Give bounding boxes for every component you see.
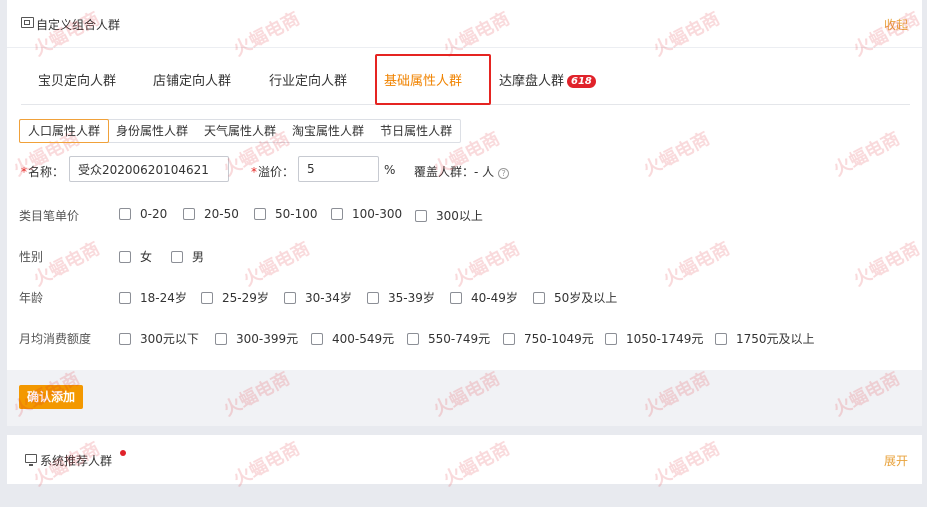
gender-group-label: 性别 — [19, 250, 44, 264]
spend-option[interactable]: 1750元及以上 — [715, 330, 815, 347]
subtab-taobao[interactable]: 淘宝属性人群 — [284, 120, 372, 142]
checkbox[interactable] — [367, 291, 379, 304]
price-option[interactable]: 100-300 — [331, 207, 402, 221]
age-option[interactable]: 18-24岁 — [119, 289, 187, 306]
checkbox[interactable] — [215, 332, 227, 345]
custom-audience-panel: 自定义组合人群 收起 宝贝定向人群 店铺定向人群 行业定向人群 基础属性人群 达… — [7, 0, 922, 426]
age-option[interactable]: 40-49岁 — [450, 289, 518, 306]
subtab-identity[interactable]: 身份属性人群 — [108, 120, 196, 142]
spend-option[interactable]: 750-1049元 — [503, 330, 594, 347]
checkbox[interactable] — [171, 250, 183, 263]
cover-audience: 覆盖人群：- 人? — [414, 163, 510, 180]
panel-title: 自定义组合人群 — [36, 18, 121, 32]
action-bar: 确认添加 — [7, 370, 922, 426]
age-option[interactable]: 50岁及以上 — [533, 289, 617, 306]
checkbox[interactable] — [407, 332, 419, 345]
active-tab-highlight-box — [375, 54, 491, 105]
collapse-link[interactable]: 收起 — [884, 16, 908, 33]
notification-dot — [120, 450, 126, 456]
tab-shop-audience[interactable]: 店铺定向人群 — [153, 56, 231, 105]
checkbox[interactable] — [201, 291, 213, 304]
spend-group-label: 月均消费额度 — [19, 332, 92, 346]
checkbox[interactable] — [119, 250, 131, 263]
checkbox[interactable] — [503, 332, 515, 345]
checkbox[interactable] — [415, 209, 427, 222]
checkbox[interactable] — [119, 208, 131, 220]
subtab-demographic[interactable]: 人口属性人群 — [19, 119, 110, 143]
spend-option[interactable]: 1050-1749元 — [605, 330, 703, 347]
subtab-holiday[interactable]: 节日属性人群 — [372, 120, 460, 142]
checkbox[interactable] — [119, 291, 131, 304]
spend-option[interactable]: 400-549元 — [311, 330, 394, 347]
age-group-label: 年龄 — [19, 291, 44, 305]
name-input[interactable] — [69, 156, 229, 182]
premium-label: *溢价： — [251, 165, 295, 179]
price-option[interactable]: 300以上 — [415, 207, 483, 224]
spend-option[interactable]: 300元以下 — [119, 330, 199, 347]
tab-damopan-audience[interactable]: 达摩盘人群 618 — [499, 56, 596, 105]
age-option[interactable]: 30-34岁 — [284, 289, 352, 306]
expand-link[interactable]: 展开 — [884, 452, 908, 469]
checkbox[interactable] — [254, 208, 266, 220]
price-group-label: 类目笔单价 — [19, 209, 80, 223]
recommended-panel-title: 系统推荐人群 — [40, 454, 113, 468]
confirm-add-button[interactable]: 确认添加 — [19, 385, 84, 409]
attribute-subtabs: 人口属性人群 身份属性人群 天气属性人群 淘宝属性人群 节日属性人群 — [19, 119, 462, 143]
recommended-audience-panel: 系统推荐人群 展开 — [7, 435, 922, 484]
checkbox[interactable] — [183, 208, 195, 220]
checkbox[interactable] — [605, 332, 617, 345]
spend-option[interactable]: 550-749元 — [407, 330, 490, 347]
age-option[interactable]: 35-39岁 — [367, 289, 435, 306]
tab-item-audience[interactable]: 宝贝定向人群 — [38, 56, 116, 105]
panel-header: 自定义组合人群 收起 — [7, 0, 922, 48]
checkbox[interactable] — [331, 208, 343, 220]
name-label: *名称： — [21, 165, 65, 179]
gender-option[interactable]: 女 — [119, 248, 152, 265]
tab-industry-audience[interactable]: 行业定向人群 — [269, 56, 347, 105]
price-option[interactable]: 20-50 — [183, 207, 239, 221]
checkbox[interactable] — [119, 332, 131, 345]
checkbox[interactable] — [311, 332, 323, 345]
premium-unit: % — [384, 163, 396, 177]
promo-badge: 618 — [567, 75, 596, 88]
question-circle-icon[interactable]: ? — [498, 168, 510, 179]
spend-option[interactable]: 300-399元 — [215, 330, 298, 347]
audience-tabs: 宝贝定向人群 店铺定向人群 行业定向人群 基础属性人群 达摩盘人群 618 — [21, 54, 910, 105]
subtab-weather[interactable]: 天气属性人群 — [196, 120, 284, 142]
checkbox[interactable] — [533, 291, 545, 304]
premium-input[interactable] — [298, 156, 379, 182]
price-option[interactable]: 0-20 — [119, 207, 167, 221]
gender-option[interactable]: 男 — [171, 248, 204, 265]
checkbox[interactable] — [284, 291, 296, 304]
audience-panel-icon — [21, 17, 34, 28]
tab-damopan-label: 达摩盘人群 — [499, 74, 565, 89]
price-option[interactable]: 50-100 — [254, 207, 318, 221]
age-option[interactable]: 25-29岁 — [201, 289, 269, 306]
monitor-icon — [25, 454, 37, 466]
checkbox[interactable] — [715, 332, 727, 345]
checkbox[interactable] — [450, 291, 462, 304]
